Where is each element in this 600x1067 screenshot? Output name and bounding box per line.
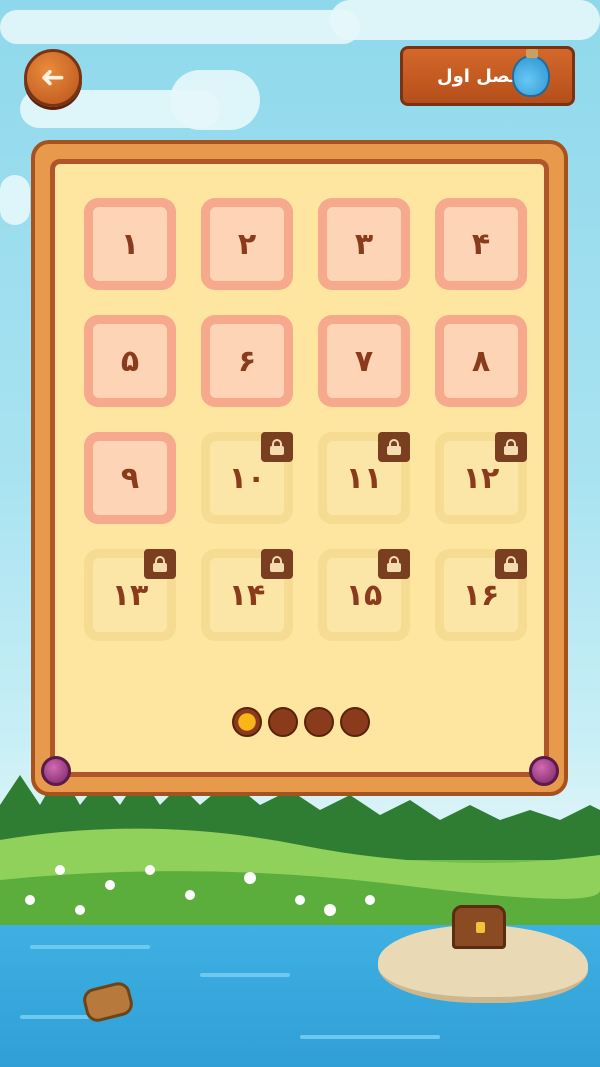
padlock-glyph <box>387 439 401 455</box>
treasure-chest-icon <box>452 905 506 949</box>
level-button-locked[interactable]: ۱۲ <box>435 432 527 524</box>
level-number: ۲ <box>237 226 257 262</box>
level-button-locked[interactable]: ۱۶ <box>435 549 527 641</box>
level-button-locked[interactable]: ۱۵ <box>318 549 410 641</box>
level-face: ۴ <box>444 207 518 281</box>
padlock-glyph <box>387 556 401 572</box>
water-ripple <box>200 973 290 977</box>
level-button[interactable]: ۹ <box>84 432 176 524</box>
level-number: ۱۲ <box>462 460 500 496</box>
level-face: ۹ <box>93 441 167 515</box>
level-number: ۱۰ <box>228 460 266 496</box>
level-button-locked[interactable]: ۱۴ <box>201 549 293 641</box>
level-number: ۹ <box>120 460 140 496</box>
level-number: ۱۴ <box>228 577 266 613</box>
cloud <box>330 0 600 40</box>
level-number: ۳ <box>354 226 374 262</box>
chapter-title: فصل اول <box>437 65 522 87</box>
padlock-glyph <box>504 439 518 455</box>
level-face: ۸ <box>444 324 518 398</box>
padlock-glyph <box>270 556 284 572</box>
cloud <box>0 10 360 44</box>
page-dot[interactable] <box>304 707 334 737</box>
lock-icon <box>144 549 176 579</box>
level-number: ۱ <box>120 226 140 262</box>
page-indicator <box>232 707 370 737</box>
padlock-glyph <box>504 556 518 572</box>
padlock-glyph <box>270 439 284 455</box>
level-number: ۸ <box>471 343 491 379</box>
level-number: ۱۳ <box>111 577 149 613</box>
level-number: ۷ <box>354 343 374 379</box>
level-face: ۱ <box>93 207 167 281</box>
level-button[interactable]: ۳ <box>318 198 410 290</box>
level-number: ۶ <box>237 343 257 379</box>
lock-icon <box>378 549 410 579</box>
level-number: ۱۱ <box>345 460 383 496</box>
level-button[interactable]: ۲ <box>201 198 293 290</box>
arrow-left-icon: ➜ <box>40 60 66 95</box>
water-ripple <box>20 1015 90 1019</box>
level-button[interactable]: ۸ <box>435 315 527 407</box>
level-number: ۵ <box>120 343 140 379</box>
level-button[interactable]: ۶ <box>201 315 293 407</box>
page-dot-active[interactable] <box>232 707 262 737</box>
level-button-locked[interactable]: ۱۰ <box>201 432 293 524</box>
water-ripple <box>300 1035 440 1039</box>
level-number: ۴ <box>471 226 491 262</box>
level-face: ۲ <box>210 207 284 281</box>
lock-icon <box>378 432 410 462</box>
level-number: ۱۶ <box>462 577 500 613</box>
level-face: ۵ <box>93 324 167 398</box>
level-button-locked[interactable]: ۱۳ <box>84 549 176 641</box>
cloud <box>0 175 30 225</box>
lock-icon <box>495 432 527 462</box>
level-button-locked[interactable]: ۱۱ <box>318 432 410 524</box>
page-dot[interactable] <box>268 707 298 737</box>
corner-gem-icon <box>529 756 559 786</box>
back-button[interactable]: ➜ <box>24 49 82 107</box>
level-button[interactable]: ۱ <box>84 198 176 290</box>
lock-icon <box>261 432 293 462</box>
page-dot[interactable] <box>340 707 370 737</box>
water-ripple <box>30 945 150 949</box>
potion-icon <box>512 49 550 97</box>
lock-icon <box>495 549 527 579</box>
level-face: ۳ <box>327 207 401 281</box>
cloud <box>170 70 260 130</box>
level-button[interactable]: ۷ <box>318 315 410 407</box>
corner-gem-icon <box>41 756 71 786</box>
level-button[interactable]: ۵ <box>84 315 176 407</box>
level-face: ۶ <box>210 324 284 398</box>
level-button[interactable]: ۴ <box>435 198 527 290</box>
level-face: ۷ <box>327 324 401 398</box>
lock-icon <box>261 549 293 579</box>
padlock-glyph <box>153 556 167 572</box>
level-number: ۱۵ <box>345 577 383 613</box>
